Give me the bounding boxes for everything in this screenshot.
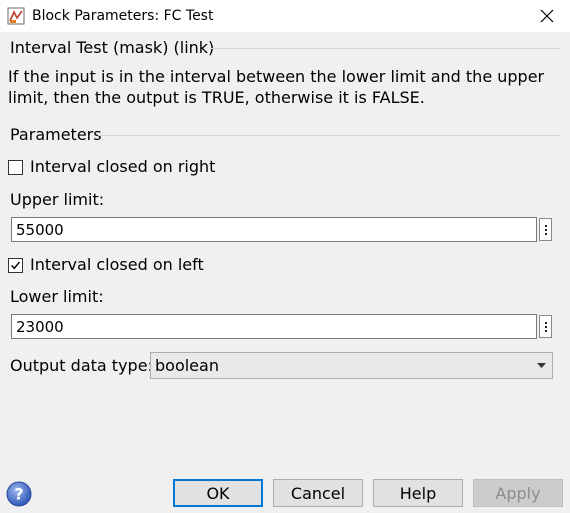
upper-limit-more-button[interactable] [539,218,552,241]
close-button[interactable] [524,0,570,32]
vertical-dots-icon [544,224,547,227]
upper-limit-label: Upper limit: [10,190,105,209]
simulink-block-icon [7,7,25,25]
checkmark-icon [11,261,21,269]
vertical-dots-icon [544,321,547,324]
chevron-down-icon [537,363,546,368]
block-heading: Interval Test (mask) (link) [10,38,219,58]
checkbox-box[interactable] [8,257,23,273]
parameters-heading: Parameters [10,125,106,145]
group-divider [210,48,560,49]
block-description: If the input is in the interval between … [8,67,545,107]
title-bar: Block Parameters: FC Test [0,0,570,32]
vertical-dots-icon [544,325,547,328]
group-divider [98,135,560,136]
upper-limit-input[interactable] [11,217,537,242]
output-data-type-value: boolean [155,356,219,375]
ok-button[interactable]: OK [173,479,263,507]
checkbox-box[interactable] [8,159,23,175]
apply-button[interactable]: Apply [473,479,563,507]
window-title: Block Parameters: FC Test [32,8,214,24]
help-button[interactable]: Help [373,479,463,507]
vertical-dots-icon [544,329,547,332]
interval-closed-right-checkbox[interactable]: Interval closed on right [8,157,215,177]
lower-limit-more-button[interactable] [539,315,552,338]
output-data-type-select[interactable]: boolean [150,352,553,379]
lower-limit-label: Lower limit: [10,287,104,306]
checkbox-label: Interval closed on right [30,157,216,176]
cancel-button[interactable]: Cancel [273,479,363,507]
interval-closed-left-checkbox[interactable]: Interval closed on left [8,255,204,275]
lower-limit-input[interactable] [11,314,537,339]
close-icon [540,9,554,23]
checkbox-label: Interval closed on left [30,255,204,274]
output-data-type-label: Output data type: [10,356,153,375]
vertical-dots-icon [544,228,547,231]
svg-text:?: ? [14,485,23,504]
vertical-dots-icon [544,232,547,235]
help-question-icon[interactable]: ? [6,481,32,507]
